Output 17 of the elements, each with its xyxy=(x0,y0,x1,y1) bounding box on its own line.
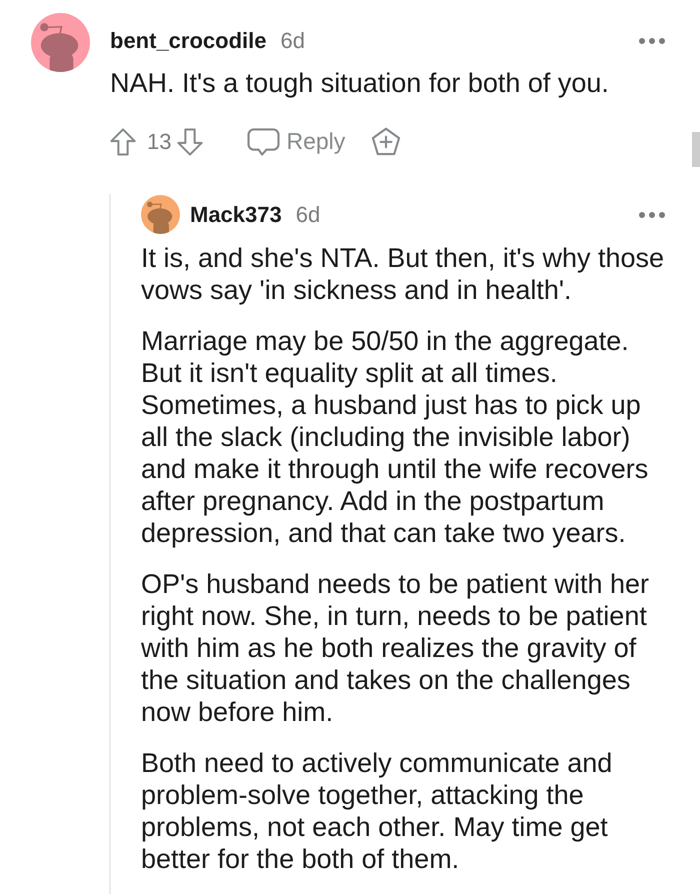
comment-text: Both need to actively communicate and problem-solve together, attacking the problems, not each other. May time get better for the both of them. xyxy=(141,747,614,875)
comment-text: Marriage may be 50/50 in the aggregate. But it isn't equality split at all times. Sometimes, a husband just has to pick up all the slack (including the invisible labor) and make it through until the wife recovers after pregnancy. Add in the postpartum depression, and that can take two years. xyxy=(141,325,650,549)
up-arrow-icon[interactable] xyxy=(110,128,136,156)
comment-text: It is, and she's NTA. But then, it's why those vows say 'in sickness and in health'. xyxy=(141,242,666,306)
comment-text: OP's husband needs to be patient with her right now. She, in turn, needs to be patient with him as he both realizes the gravity of the situation and takes on the challenges now before him. xyxy=(141,568,650,728)
timestamp: 6d xyxy=(280,28,305,54)
comment-text: NAH. It's a tough situation for both of you. xyxy=(110,67,610,99)
more-options-icon[interactable] xyxy=(639,212,665,218)
timestamp: 6d xyxy=(296,202,320,228)
username[interactable]: Mack373 xyxy=(190,202,282,228)
username[interactable]: bent_crocodile xyxy=(110,28,266,54)
speech-bubble-icon xyxy=(247,128,280,156)
scrollbar-thumb[interactable] xyxy=(692,132,700,167)
vote-count: 13 xyxy=(147,128,172,154)
pentagon-plus-icon[interactable] xyxy=(371,127,402,156)
more-options-icon[interactable] xyxy=(639,38,665,44)
down-arrow-icon[interactable] xyxy=(177,128,204,156)
